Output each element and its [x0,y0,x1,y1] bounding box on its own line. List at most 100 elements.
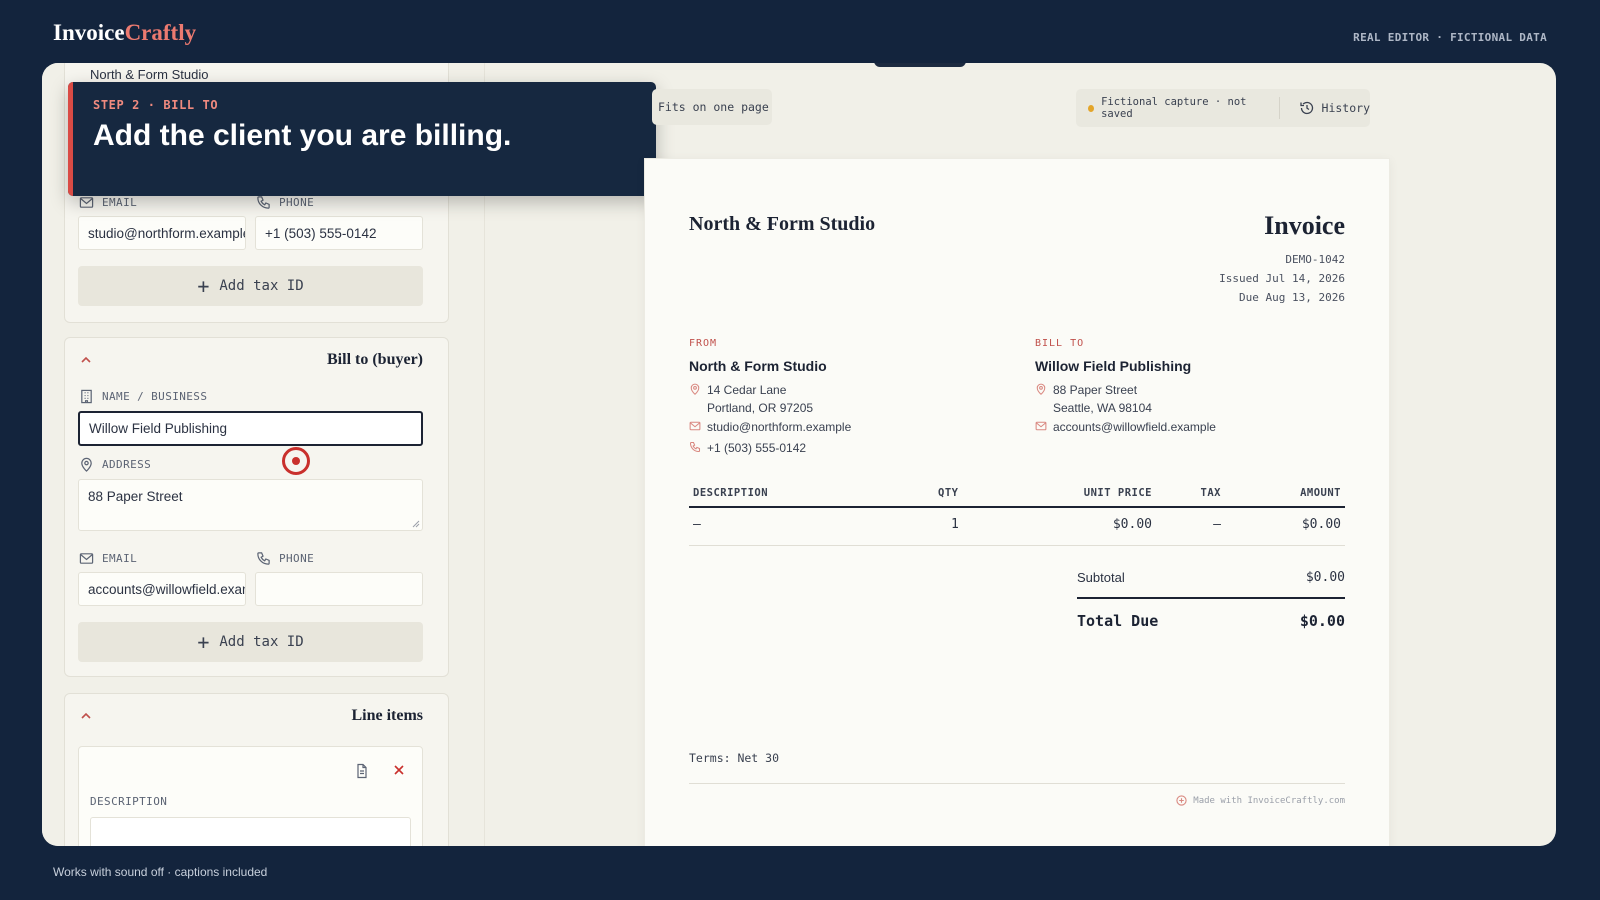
buyer-name-label-text: NAME / BUSINESS [102,390,208,403]
seller-phone-label-text: PHONE [279,196,315,209]
chevron-up-icon[interactable] [79,353,93,367]
subtotal-value: $0.00 [1305,570,1345,585]
bill-to-section-title: Bill to (buyer) [327,351,423,368]
history-icon [1299,101,1313,115]
footer-divider [689,783,1345,784]
bill-to-name: Willow Field Publishing [1035,358,1192,374]
map-pin-icon [81,457,92,472]
delete-icon[interactable] [392,763,406,777]
line-item-description-input[interactable] [90,817,411,846]
document-icon[interactable] [354,763,370,779]
from-email-text: studio@northform.example [707,420,852,434]
seller-phone-label: PHONE [256,195,314,210]
buyer-email-label: EMAIL [79,551,137,566]
payment-terms: Terms: Net 30 [689,751,780,765]
buyer-address-label: ADDRESS [79,457,151,472]
resize-handle-icon[interactable] [412,520,420,528]
from-address: 14 Cedar Lane Portland, OR 97205 [689,381,813,417]
buyer-phone-label-text: PHONE [279,552,315,565]
from-label: FROM [689,338,718,349]
total-due-value: $0.00 [1299,612,1345,630]
invoice-preview: North & Form Studio Invoice DEMO-1042 Is… [644,158,1390,846]
bill-to-email: accounts@willowfield.example [1035,418,1216,436]
col-qty: QTY [938,487,959,499]
history-label: History [1321,101,1370,115]
seller-email-input[interactable]: studio@northform.example [78,216,246,250]
subtotal-label: Subtotal [1077,570,1125,585]
brand-name-part1: Invoice [53,20,125,45]
brand-logo: InvoiceCraftly [53,20,196,46]
map-pin-icon [690,383,700,395]
history-button[interactable]: History [1299,100,1370,116]
from-name: North & Form Studio [689,358,827,374]
buyer-name-label: NAME / BUSINESS [79,389,207,404]
table-header-rule [689,506,1345,508]
buyer-email-input[interactable]: accounts@willowfield.example [78,572,246,606]
row-unit-price: $0.00 [1112,517,1152,532]
bill-to-label: BILL TO [1035,338,1085,349]
capture-status-label: Fictional capture · not saved [1101,96,1247,120]
logo-mark-icon [1176,795,1187,806]
click-target-indicator [282,447,310,475]
fits-one-page-label: Fits on one page [658,100,769,114]
chevron-up-icon[interactable] [79,709,93,723]
preview-top-handle [874,63,966,67]
buyer-email-label-text: EMAIL [102,552,138,565]
col-unit-price: UNIT PRICE [1083,487,1152,499]
seller-phone-input[interactable]: +1 (503) 555-0142 [255,216,423,250]
line-items-section-title: Line items [351,707,423,724]
buyer-add-tax-button[interactable]: + Add tax ID [78,622,423,662]
mail-icon [79,553,94,564]
step-callout: STEP 2 · BILL TO Add the client you are … [68,82,656,196]
from-phone: +1 (503) 555-0142 [689,439,806,457]
invoice-issued-date: Issued Jul 14, 2026 [1219,272,1345,285]
callout-accent-bar [68,82,73,196]
seller-add-tax-button[interactable]: + Add tax ID [78,266,423,306]
invoice-company-name: North & Form Studio [689,213,876,235]
capture-status-chip: Fictional capture · not saved History [1076,89,1370,127]
brand-name-part2: Craftly [124,20,197,45]
from-address-line1: 14 Cedar Lane [707,383,787,397]
row-qty: 1 [951,517,959,532]
buyer-phone-label: PHONE [256,551,314,566]
building-icon [81,389,92,404]
bill-to-email-text: accounts@willowfield.example [1053,420,1216,434]
line-item-row: DESCRIPTION [78,746,423,846]
seller-email-label-text: EMAIL [102,196,138,209]
row-divider [689,545,1345,546]
total-rule [1077,597,1345,599]
seller-email-label: EMAIL [79,195,137,210]
plus-icon: + [197,274,210,298]
bill-to-address: 88 Paper Street Seattle, WA 98104 [1035,381,1152,417]
line-item-description-label: DESCRIPTION [90,795,168,808]
from-phone-text: +1 (503) 555-0142 [707,441,807,455]
mail-icon [79,197,94,208]
phone-icon [257,196,270,209]
invoice-number: DEMO-1042 [1285,253,1345,266]
invoice-title: Invoice [1264,211,1345,240]
col-tax: TAX [1200,487,1221,499]
callout-step-label: STEP 2 · BILL TO [93,98,219,112]
click-target-dot [292,457,300,465]
bill-to-address-line2: Seattle, WA 98104 [1053,401,1152,415]
phone-icon [257,552,270,565]
buyer-add-tax-label: Add tax ID [219,634,304,650]
buyer-name-input[interactable]: Willow Field Publishing [78,411,423,446]
bill-to-address-line1: 88 Paper Street [1053,383,1138,397]
buyer-address-textarea[interactable]: 88 Paper Street [78,479,423,531]
footer-caption-note: Works with sound off · captions included [53,865,268,879]
plus-icon: + [197,630,210,654]
buyer-address-label-text: ADDRESS [102,458,152,471]
mail-icon [1035,421,1047,431]
made-with-badge: Made with InvoiceCraftly.com [1176,795,1345,806]
col-amount: AMOUNT [1300,487,1341,499]
buyer-phone-input[interactable] [255,572,423,606]
chip-separator [1278,97,1280,119]
from-email: studio@northform.example [689,418,851,436]
seller-add-tax-label: Add tax ID [219,278,304,294]
seller-name-field[interactable]: North & Form Studio [90,67,209,82]
row-description: — [693,517,701,532]
status-dot-icon [1088,104,1095,112]
row-tax: — [1213,517,1221,532]
phone-icon [689,441,701,453]
